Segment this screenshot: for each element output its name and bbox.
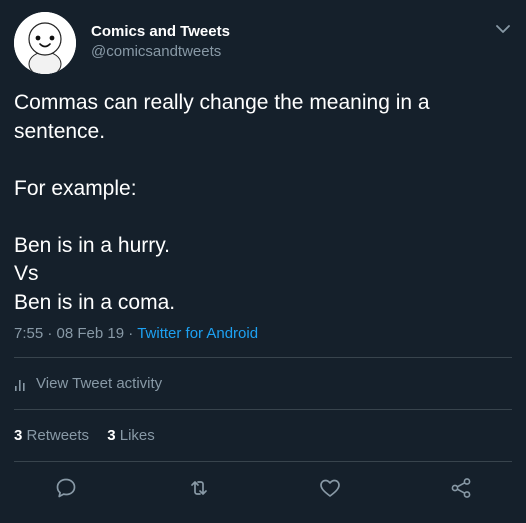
chevron-down-icon[interactable]	[494, 20, 512, 38]
retweets-count: 3	[14, 427, 23, 444]
display-name[interactable]: Comics and Tweets	[91, 22, 230, 42]
heart-icon[interactable]	[318, 476, 342, 500]
user-handle[interactable]: @comicsandtweets	[91, 42, 230, 62]
tweet-source-link[interactable]: Twitter for Android	[137, 325, 258, 342]
meta-separator: ·	[128, 325, 134, 342]
bar-chart-icon	[15, 380, 25, 391]
tweet-text: Commas can really change the meaning in …	[14, 89, 504, 317]
smiling-character-icon	[14, 12, 76, 74]
tweet-line: Ben is in a coma.	[14, 290, 176, 314]
divider	[14, 357, 512, 358]
tweet-line: sentence.	[14, 119, 106, 143]
view-activity-link[interactable]: View Tweet activity	[14, 374, 162, 394]
divider	[14, 409, 512, 410]
tweet-meta: 7:55 · 08 Feb 19 · Twitter for Android	[14, 324, 258, 344]
tweet-time[interactable]: 7:55	[14, 325, 43, 342]
tweet-stats: 3 Retweets 3 Likes	[14, 426, 169, 446]
avatar[interactable]	[14, 12, 76, 74]
divider	[14, 461, 512, 462]
likes-count: 3	[107, 427, 116, 444]
likes-stat[interactable]: 3 Likes	[107, 426, 155, 446]
retweets-stat[interactable]: 3 Retweets	[14, 426, 89, 446]
tweet-header: Comics and Tweets @comicsandtweets	[14, 12, 512, 74]
tweet-line: Commas can really change the meaning in …	[14, 91, 430, 114]
tweet-date[interactable]: 08 Feb 19	[57, 325, 125, 342]
likes-label: Likes	[119, 427, 155, 444]
comment-icon[interactable]	[54, 476, 78, 500]
retweet-icon[interactable]	[187, 476, 211, 500]
tweet-line: Vs	[14, 262, 39, 285]
author-names[interactable]: Comics and Tweets @comicsandtweets	[91, 22, 230, 62]
tweet-line: Ben is in a hurry.	[14, 233, 171, 257]
tweet-actions	[0, 476, 526, 502]
meta-separator: ·	[47, 325, 53, 342]
share-icon[interactable]	[449, 476, 473, 500]
view-activity-label: View Tweet activity	[36, 375, 163, 392]
tweet-line: For example:	[14, 176, 137, 200]
retweets-label: Retweets	[26, 427, 90, 444]
tweet-card: Comics and Tweets @comicsandtweets Comma…	[0, 0, 526, 523]
